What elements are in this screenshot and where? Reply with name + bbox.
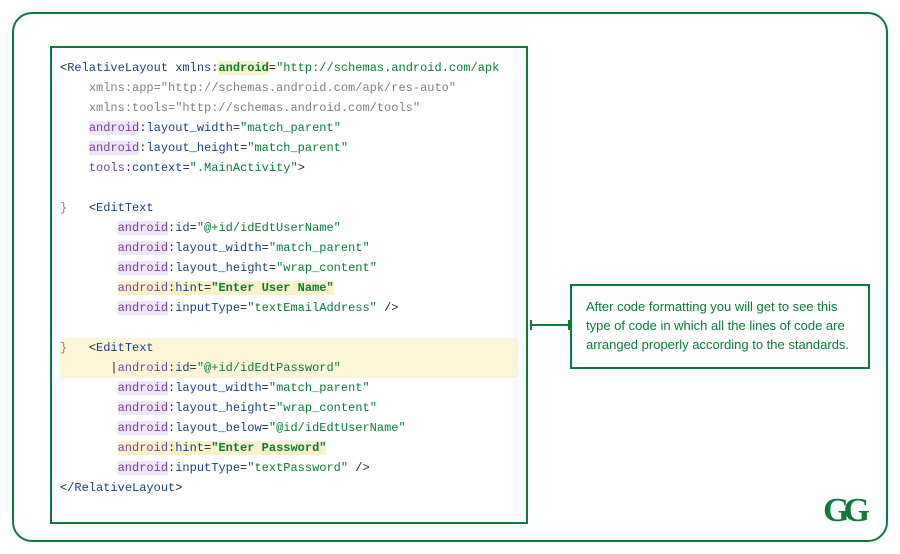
tag-edittext-1: EditText (96, 201, 154, 215)
tag-relativelayout-close: /RelativeLayout (67, 481, 175, 495)
callout-box: After code formatting you will get to se… (570, 284, 870, 369)
hint-password: Enter Password (218, 441, 319, 455)
logo-icon: GG (823, 492, 864, 530)
hint-username: Enter User Name (218, 281, 326, 295)
highlight-android: android (218, 61, 268, 75)
callout-text: After code formatting you will get to se… (586, 299, 849, 352)
tag-edittext-2: EditText (96, 341, 154, 355)
tag-relativelayout: RelativeLayout (67, 61, 168, 75)
code-block: <RelativeLayout xmlns:android="http://sc… (60, 58, 518, 498)
code-panel: <RelativeLayout xmlns:android="http://sc… (50, 46, 528, 524)
callout-connector (530, 324, 570, 326)
outer-frame: <RelativeLayout xmlns:android="http://sc… (12, 12, 888, 542)
